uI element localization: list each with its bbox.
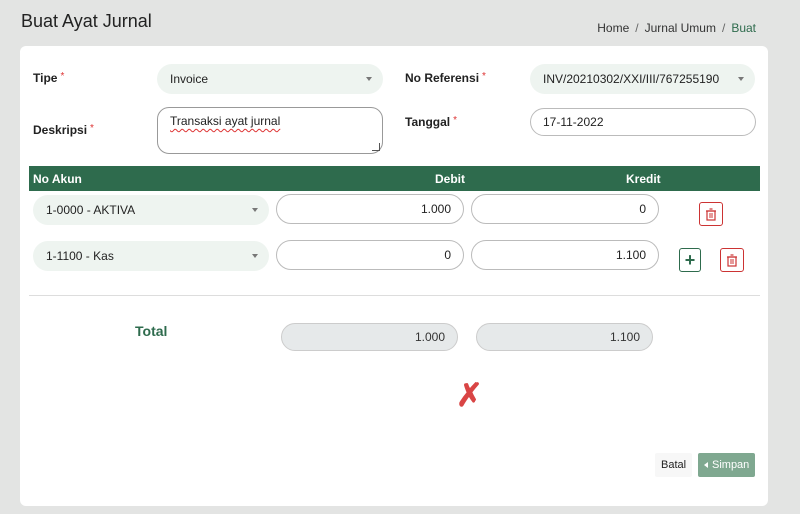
chevron-down-icon [366, 77, 372, 81]
required-mark: * [453, 115, 458, 126]
cancel-button-label: Batal [661, 459, 687, 471]
required-mark: * [482, 71, 486, 82]
tanggal-value: 17-11-2022 [543, 115, 604, 129]
column-header-kredit: Kredit [626, 172, 661, 186]
tipe-select[interactable]: Invoice [157, 64, 383, 94]
no-referensi-select[interactable]: INV/20210302/XXI/III/767255190 [530, 64, 755, 94]
chevron-down-icon [252, 208, 258, 212]
row-2-kredit-value: 1.100 [615, 248, 646, 262]
row-2-akun-select[interactable]: 1-1100 - Kas [33, 241, 269, 271]
tipe-label: Tipe * [33, 71, 65, 85]
total-debit-field: 1.000 [281, 323, 458, 351]
row-2-debit-value: 0 [444, 248, 451, 262]
unbalanced-x-icon: ✗ [456, 377, 483, 413]
total-debit-value: 1.000 [414, 330, 445, 344]
row-1-akun-select[interactable]: 1-0000 - AKTIVA [33, 195, 269, 225]
total-label: Total [135, 323, 168, 339]
breadcrumb-jurnal-umum[interactable]: Jurnal Umum [645, 21, 716, 35]
cancel-button[interactable]: Batal [655, 453, 693, 477]
deskripsi-label: Deskripsi * [33, 123, 94, 137]
tanggal-label: Tanggal * [405, 115, 458, 129]
row-1-debit-value: 1.000 [420, 202, 451, 216]
save-button[interactable]: Simpan [698, 453, 756, 477]
total-kredit-field: 1.100 [476, 323, 653, 351]
row-1-delete-button[interactable] [699, 202, 723, 226]
save-button-label: Simpan [712, 459, 750, 471]
chevron-down-icon [252, 254, 258, 258]
page-title: Buat Ayat Jurnal [21, 11, 152, 31]
breadcrumb-separator: / [635, 21, 639, 35]
column-header-no-akun: No Akun [33, 172, 82, 186]
deskripsi-value: Transaksi ayat jurnal [170, 114, 281, 128]
table-header: No Akun Debit Kredit [29, 166, 760, 191]
row-2-delete-button[interactable] [720, 248, 744, 272]
tipe-select-value: Invoice [170, 72, 209, 86]
breadcrumb-separator: / [721, 21, 726, 35]
column-header-debit: Debit [435, 172, 465, 186]
required-mark: * [90, 123, 94, 134]
caret-left-icon [704, 462, 708, 468]
row-2-kredit-input[interactable]: 1.100 [471, 240, 659, 270]
chevron-down-icon [738, 77, 744, 81]
row-1-kredit-input[interactable]: 0 [471, 194, 659, 224]
divider [29, 295, 760, 296]
trash-icon [706, 207, 716, 221]
row-2-debit-input[interactable]: 0 [276, 240, 464, 270]
deskripsi-textarea[interactable]: Transaksi ayat jurnal [157, 107, 383, 154]
required-mark: * [60, 71, 65, 82]
total-kredit-value: 1.100 [609, 330, 640, 344]
plus-icon: + [684, 250, 696, 270]
breadcrumb-home[interactable]: Home [597, 21, 629, 35]
add-row-button[interactable]: + [679, 248, 701, 272]
tanggal-input[interactable]: 17-11-2022 [530, 108, 756, 136]
row-1-kredit-value: 0 [639, 202, 646, 216]
row-1-debit-input[interactable]: 1.000 [276, 194, 464, 224]
row-2-akun-value: 1-1100 - Kas [46, 249, 114, 263]
no-referensi-label: No Referensi * [405, 71, 486, 85]
row-1-akun-value: 1-0000 - AKTIVA [46, 203, 136, 217]
journal-form-card: Tipe * Invoice No Referensi * INV/20210302… [20, 46, 768, 506]
no-referensi-select-value: INV/20210302/XXI/III/767255190 [543, 72, 720, 86]
breadcrumb: Home / Jurnal Umum / Buat [597, 21, 756, 35]
breadcrumb-current: Buat [731, 21, 756, 35]
resize-handle-icon[interactable] [372, 143, 380, 151]
trash-icon [727, 253, 737, 267]
